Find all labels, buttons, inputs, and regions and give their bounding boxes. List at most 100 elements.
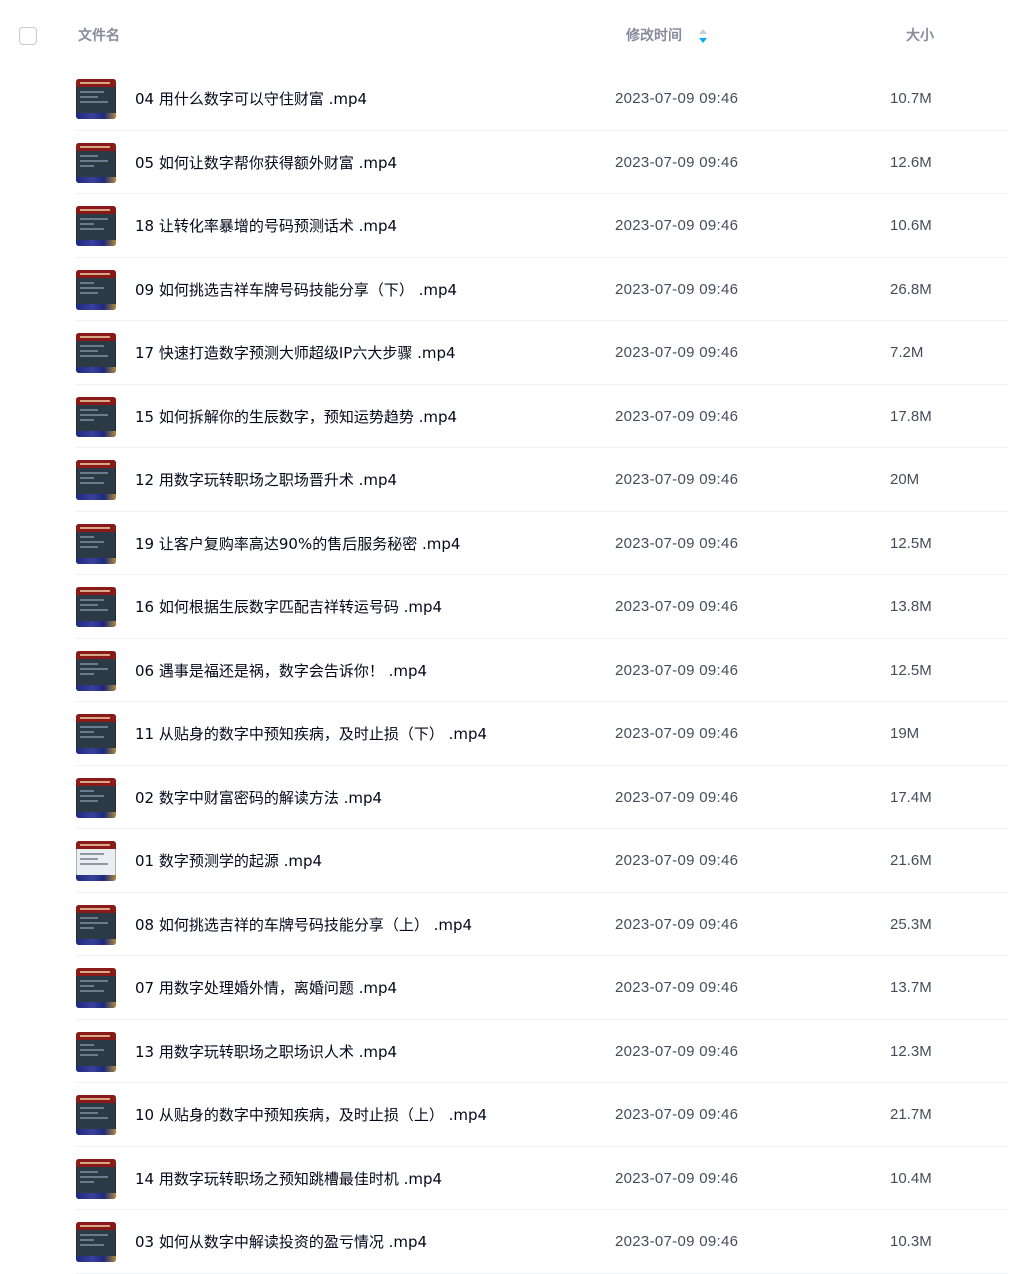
video-thumbnail-icon[interactable]: [76, 1222, 116, 1262]
file-modified-time: 2023-07-09 09:46: [615, 915, 739, 933]
file-row[interactable]: 05 如何让数字帮你获得额外财富 .mp4 2023-07-09 09:46 12.…: [0, 131, 1010, 195]
file-name[interactable]: 04 用什么数字可以守住财富 .mp4: [135, 89, 367, 109]
file-modified-time: 2023-07-09 09:46: [615, 1233, 739, 1250]
file-row[interactable]: 14 用数字玩转职场之预知跳槽最佳时机 .mp4 2023-07-09 09:46…: [0, 1147, 1010, 1211]
video-thumbnail-icon[interactable]: [76, 460, 116, 500]
file-modified-time: 2023-07-09 09:46: [615, 661, 739, 679]
file-row[interactable]: 12 用数字玩转职场之职场晋升术 .mp4 2023-07-09 09:46 20M: [0, 448, 1010, 512]
file-size: 10.4M: [890, 1169, 932, 1187]
file-name[interactable]: 07 用数字处理婚外情，离婚问题 .mp4: [135, 978, 397, 998]
file-name[interactable]: 13 用数字玩转职场之职场识人术 .mp4: [135, 1042, 397, 1062]
file-name[interactable]: 12 用数字玩转职场之职场晋升术 .mp4: [135, 470, 397, 490]
file-row[interactable]: 18 让转化率暴增的号码预测话术 .mp4 2023-07-09 09:46 10.…: [0, 194, 1010, 258]
file-size: 25.3M: [890, 915, 932, 933]
file-row[interactable]: 06 遇事是福还是祸，数字会告诉你！ .mp4 2023-07-09 09:46 1…: [0, 639, 1010, 703]
file-size: 12.3M: [890, 1042, 932, 1060]
file-size: 7.2M: [890, 344, 924, 361]
file-row[interactable]: 01 数字预测学的起源 .mp4 2023-07-09 09:46 21.6M: [0, 829, 1010, 893]
file-name[interactable]: 15 如何拆解你的生辰数字，预知运势趋势 .mp4: [135, 407, 457, 427]
file-row[interactable]: 16 如何根据生辰数字匹配吉祥转运号码 .mp4 2023-07-09 09:46…: [0, 575, 1010, 639]
video-thumbnail-icon[interactable]: [76, 79, 116, 119]
file-size: 13.7M: [890, 979, 932, 996]
file-size: 12.5M: [890, 661, 932, 679]
video-thumbnail-icon[interactable]: [76, 1158, 116, 1199]
video-thumbnail-icon[interactable]: [76, 523, 116, 564]
file-name[interactable]: 01 数字预测学的起源 .mp4: [135, 851, 322, 871]
file-modified-time: 2023-07-09 09:46: [615, 534, 739, 552]
video-thumbnail-icon[interactable]: [76, 904, 116, 945]
file-name[interactable]: 19 让客户复购率高达90%的售后服务秘密 .mp4: [135, 534, 460, 554]
file-row[interactable]: 13 用数字玩转职场之职场识人术 .mp4 2023-07-09 09:46 12.…: [0, 1020, 1010, 1084]
file-row[interactable]: 08 如何挑选吉祥的车牌号码技能分享（上） .mp4 2023-07-09 09:…: [0, 893, 1010, 957]
file-modified-time: 2023-07-09 09:46: [615, 217, 739, 234]
file-row[interactable]: 15 如何拆解你的生辰数字，预知运势趋势 .mp4 2023-07-09 09:4…: [0, 385, 1010, 449]
file-name[interactable]: 10 从贴身的数字中预知疾病，及时止损（上） .mp4: [135, 1105, 487, 1125]
sort-arrows-icon[interactable]: [698, 28, 708, 44]
file-row[interactable]: 09 如何挑选吉祥车牌号码技能分享（下） .mp4 2023-07-09 09:4…: [0, 258, 1010, 322]
video-thumbnail-icon[interactable]: [76, 142, 116, 183]
file-modified-time: 2023-07-09 09:46: [615, 1169, 739, 1187]
file-row[interactable]: 07 用数字处理婚外情，离婚问题 .mp4 2023-07-09 09:46 13.…: [0, 956, 1010, 1020]
file-modified-time: 2023-07-09 09:46: [615, 852, 739, 869]
file-row[interactable]: 17 快速打造数字预测大师超级IP六大步骤 .mp4 2023-07-09 09:…: [0, 321, 1010, 385]
file-modified-time: 2023-07-09 09:46: [615, 788, 739, 806]
file-modified-time: 2023-07-09 09:46: [615, 1042, 739, 1060]
file-size: 26.8M: [890, 280, 932, 298]
file-modified-time: 2023-07-09 09:46: [615, 153, 739, 171]
file-size: 10.3M: [890, 1233, 932, 1250]
file-row[interactable]: 02 数字中财富密码的解读方法 .mp4 2023-07-09 09:46 17.4…: [0, 766, 1010, 830]
file-size: 17.8M: [890, 407, 932, 425]
file-size: 20M: [890, 471, 920, 488]
file-size: 19M: [890, 725, 920, 742]
file-modified-time: 2023-07-09 09:46: [615, 407, 739, 425]
file-size: 21.6M: [890, 852, 932, 869]
file-row[interactable]: 10 从贴身的数字中预知疾病，及时止损（上） .mp4 2023-07-09 09…: [0, 1083, 1010, 1147]
file-size: 10.7M: [890, 90, 932, 107]
file-row[interactable]: 11 从贴身的数字中预知疾病，及时止损（下） .mp4 2023-07-09 09…: [0, 702, 1010, 766]
file-name[interactable]: 09 如何挑选吉祥车牌号码技能分享（下） .mp4: [135, 280, 457, 300]
file-modified-time: 2023-07-09 09:46: [615, 725, 739, 742]
file-modified-time: 2023-07-09 09:46: [615, 471, 739, 488]
column-header-size[interactable]: 大小: [906, 27, 934, 45]
select-all-checkbox[interactable]: [19, 27, 37, 45]
file-name[interactable]: 06 遇事是福还是祸，数字会告诉你！ .mp4: [135, 661, 427, 681]
file-size: 10.6M: [890, 217, 932, 234]
video-thumbnail-icon[interactable]: [76, 587, 116, 627]
file-modified-time: 2023-07-09 09:46: [615, 1106, 739, 1123]
file-row[interactable]: 03 如何从数字中解读投资的盈亏情况 .mp4 2023-07-09 09:46 1…: [0, 1210, 1010, 1274]
file-size: 17.4M: [890, 788, 932, 806]
file-modified-time: 2023-07-09 09:46: [615, 979, 739, 996]
file-list-header: 文件名 修改时间 大小: [0, 0, 1010, 68]
video-thumbnail-icon[interactable]: [76, 1095, 116, 1135]
file-name[interactable]: 11 从贴身的数字中预知疾病，及时止损（下） .mp4: [135, 724, 487, 744]
file-size: 13.8M: [890, 598, 932, 615]
video-thumbnail-icon[interactable]: [76, 777, 116, 818]
file-size: 21.7M: [890, 1106, 932, 1123]
column-header-modified-time[interactable]: 修改时间: [626, 27, 682, 45]
video-thumbnail-icon[interactable]: [76, 1031, 116, 1072]
file-modified-time: 2023-07-09 09:46: [615, 344, 739, 361]
column-header-filename[interactable]: 文件名: [78, 27, 120, 45]
file-modified-time: 2023-07-09 09:46: [615, 90, 739, 107]
file-name[interactable]: 02 数字中财富密码的解读方法 .mp4: [135, 788, 382, 808]
file-name[interactable]: 08 如何挑选吉祥的车牌号码技能分享（上） .mp4: [135, 915, 472, 935]
video-thumbnail-icon[interactable]: [76, 650, 116, 691]
file-name[interactable]: 17 快速打造数字预测大师超级IP六大步骤 .mp4: [135, 343, 456, 363]
file-modified-time: 2023-07-09 09:46: [615, 280, 739, 298]
video-thumbnail-icon[interactable]: [76, 968, 116, 1008]
file-size: 12.5M: [890, 534, 932, 552]
file-name[interactable]: 18 让转化率暴增的号码预测话术 .mp4: [135, 216, 397, 236]
video-thumbnail-icon[interactable]: [76, 396, 116, 437]
video-thumbnail-icon[interactable]: [76, 333, 116, 373]
file-row[interactable]: 19 让客户复购率高达90%的售后服务秘密 .mp4 2023-07-09 09:…: [0, 512, 1010, 576]
video-thumbnail-icon[interactable]: [76, 714, 116, 754]
file-name[interactable]: 14 用数字玩转职场之预知跳槽最佳时机 .mp4: [135, 1169, 442, 1189]
file-size: 12.6M: [890, 153, 932, 171]
video-thumbnail-icon[interactable]: [76, 206, 116, 246]
file-name[interactable]: 16 如何根据生辰数字匹配吉祥转运号码 .mp4: [135, 597, 442, 617]
file-row[interactable]: 04 用什么数字可以守住财富 .mp4 2023-07-09 09:46 10.7M: [0, 67, 1010, 131]
video-thumbnail-icon[interactable]: [76, 841, 116, 881]
file-name[interactable]: 05 如何让数字帮你获得额外财富 .mp4: [135, 153, 397, 173]
video-thumbnail-icon[interactable]: [76, 269, 116, 310]
file-name[interactable]: 03 如何从数字中解读投资的盈亏情况 .mp4: [135, 1232, 427, 1252]
